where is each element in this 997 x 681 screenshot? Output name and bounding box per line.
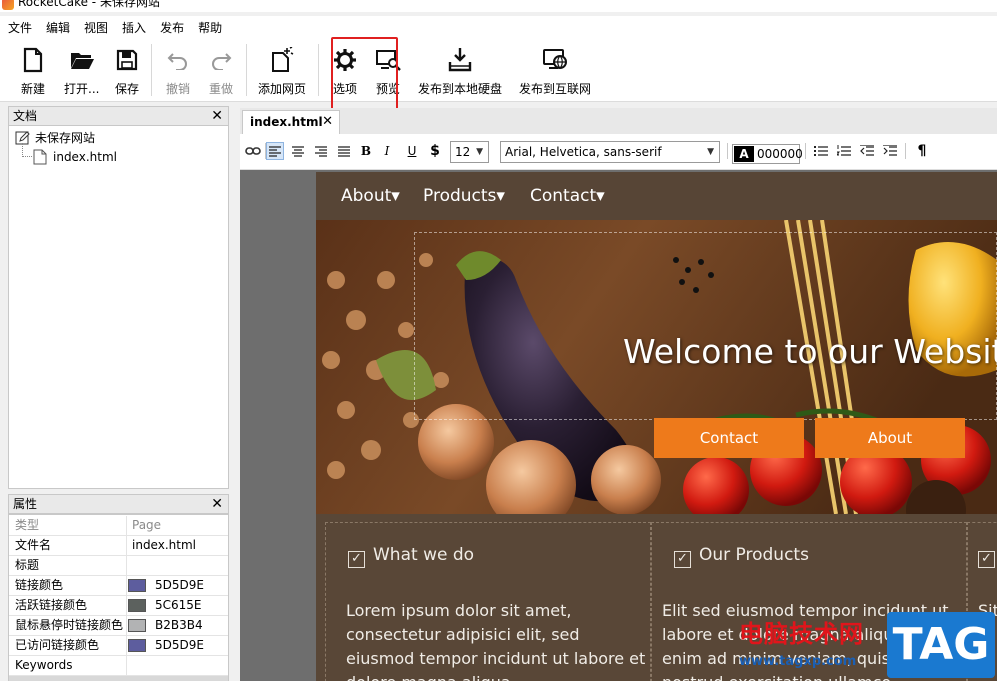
documents-panel-title: 文档 — [13, 109, 38, 123]
close-icon[interactable]: ✕ — [211, 495, 223, 513]
page-preview[interactable]: About▾ Products▾ Contact▾ Welcome to our… — [316, 172, 997, 681]
link-icon[interactable] — [244, 142, 262, 160]
watermark-tag-logo: TAG — [887, 612, 995, 678]
rocketcake-app-icon — [2, 0, 14, 10]
bullet-list-icon[interactable] — [812, 142, 830, 160]
nav-item-contact[interactable]: Contact▾ — [530, 186, 605, 206]
prop-row-keywords[interactable]: Keywords — [9, 656, 228, 676]
menu-view[interactable]: 视图 — [84, 19, 108, 36]
prop-row-active-link-color[interactable]: 活跃链接颜色 5C615E — [9, 596, 228, 616]
menu-publish[interactable]: 发布 — [160, 19, 184, 36]
indent-icon[interactable] — [881, 142, 899, 160]
publish-local-button[interactable]: 发布到本地硬盘 — [418, 46, 502, 97]
publish-web-button[interactable]: 发布到互联网 — [519, 46, 591, 97]
nav-item-about[interactable]: About▾ — [341, 186, 400, 206]
watermark-url: www.tagxp.com — [739, 654, 857, 669]
open-button[interactable]: 打开... — [64, 46, 99, 97]
column-title: What we do — [373, 545, 475, 565]
column-title: Our Products — [699, 545, 809, 565]
title-bar: RocketCake - 未保存网站 — [0, 0, 997, 12]
prop-row-hover-link-color[interactable]: 鼠标悬停时链接颜色 B2B3B4 — [9, 616, 228, 636]
menu-edit[interactable]: 编辑 — [46, 19, 70, 36]
italic-icon[interactable]: I — [378, 142, 396, 160]
globe-monitor-icon — [542, 46, 568, 74]
toolbar-separator — [318, 44, 319, 96]
prop-row-title[interactable]: 标题 — [9, 556, 228, 576]
color-swatch[interactable] — [128, 619, 146, 632]
prop-row-partial — [9, 676, 228, 681]
checkbox-icon: ✓ — [978, 551, 995, 568]
dollar-icon[interactable]: $ — [426, 142, 444, 160]
align-center-icon[interactable] — [289, 142, 307, 160]
color-swatch[interactable] — [128, 599, 146, 612]
column-what-we-do[interactable]: ✓ What we do Lorem ipsum dolor sit amet, … — [325, 522, 651, 681]
file-icon — [33, 149, 47, 165]
chevron-down-icon: ▼ — [707, 147, 714, 157]
properties-panel-title: 属性 — [13, 497, 38, 511]
add-page-icon — [269, 46, 295, 74]
undo-button[interactable]: 撤销 — [165, 46, 191, 97]
properties-grid: 类型 Page 文件名 index.html 标题 链接颜色 5D5D9E 活跃… — [8, 514, 229, 681]
site-nav: About▾ Products▾ Contact▾ — [316, 172, 997, 220]
redo-button[interactable]: 重做 — [208, 46, 234, 97]
color-swatch[interactable] — [128, 639, 146, 652]
tab-index-html[interactable]: index.html ✕ — [242, 110, 340, 134]
hero-about-button[interactable]: About — [815, 418, 965, 458]
bold-icon[interactable]: B — [357, 142, 375, 160]
save-button[interactable]: 保存 — [114, 46, 140, 97]
documents-tree: 未保存网站 index.html — [8, 125, 229, 489]
column-text: Lorem ipsum dolor sit amet, consectetur … — [346, 601, 646, 681]
menu-bar: 文件 编辑 视图 插入 发布 帮助 — [0, 16, 997, 38]
menu-file[interactable]: 文件 — [8, 19, 32, 36]
menu-insert[interactable]: 插入 — [122, 19, 146, 36]
close-icon[interactable]: ✕ — [211, 107, 223, 125]
color-swatch[interactable] — [128, 579, 146, 592]
hero-title[interactable]: Welcome to our Website — [623, 332, 997, 371]
format-toolbar: B I U $ 12 ▼ Arial, Helvetica, sans-seri… — [240, 134, 997, 170]
prop-row-visited-link-color[interactable]: 已访问链接颜色 5D5D9E — [9, 636, 228, 656]
add-page-button[interactable]: 添加网页 — [258, 46, 306, 97]
hero-contact-button[interactable]: Contact — [654, 418, 804, 458]
chevron-down-icon: ▼ — [476, 147, 483, 157]
undo-icon — [165, 46, 191, 74]
align-justify-icon[interactable] — [335, 142, 353, 160]
prop-row-link-color[interactable]: 链接颜色 5D5D9E — [9, 576, 228, 596]
toolbar-separator — [246, 44, 247, 96]
align-left-icon[interactable] — [266, 142, 284, 160]
folder-open-icon — [69, 46, 95, 74]
watermark-cn-text: 电脑技术网 — [739, 620, 864, 648]
documents-panel-header: 文档 ✕ — [8, 106, 229, 126]
font-family-select[interactable]: Arial, Helvetica, sans-serif ▼ — [500, 141, 720, 163]
paragraph-icon[interactable]: ¶ — [913, 142, 931, 160]
checkbox-icon: ✓ — [348, 551, 365, 568]
nav-item-products[interactable]: Products▾ — [423, 186, 505, 206]
tree-item-index-html[interactable]: index.html — [33, 149, 117, 165]
new-file-icon — [20, 46, 46, 74]
outdent-icon[interactable] — [858, 142, 876, 160]
hero-section[interactable]: Welcome to our Website Contact About — [316, 220, 997, 514]
numbered-list-icon[interactable] — [835, 142, 853, 160]
font-size-select[interactable]: 12 ▼ — [450, 141, 489, 163]
save-disk-icon — [114, 46, 140, 74]
new-button[interactable]: 新建 — [20, 46, 46, 97]
text-color-picker[interactable]: A 000000 — [732, 144, 803, 164]
toolbar-separator — [151, 44, 152, 96]
window-title: RocketCake - 未保存网站 — [18, 0, 160, 9]
site-watermark: 电脑技术网 www.tagxp.com TAG — [731, 610, 997, 681]
tree-connector — [22, 143, 32, 157]
prop-row-type: 类型 Page — [9, 516, 228, 536]
hero-selection-outline — [414, 232, 997, 420]
redo-icon — [208, 46, 234, 74]
close-icon[interactable]: ✕ — [322, 111, 333, 133]
prop-row-filename[interactable]: 文件名 index.html — [9, 536, 228, 556]
main-toolbar: 新建 打开... 保存 撤销 重做 添加网页 选项 预览 发布到本地硬盘 发布到… — [0, 38, 997, 102]
underline-icon[interactable]: U — [403, 142, 421, 160]
download-disk-icon — [447, 46, 473, 74]
align-right-icon[interactable] — [312, 142, 330, 160]
menu-help[interactable]: 帮助 — [198, 19, 222, 36]
properties-panel-header: 属性 ✕ — [8, 494, 229, 514]
checkbox-icon: ✓ — [674, 551, 691, 568]
